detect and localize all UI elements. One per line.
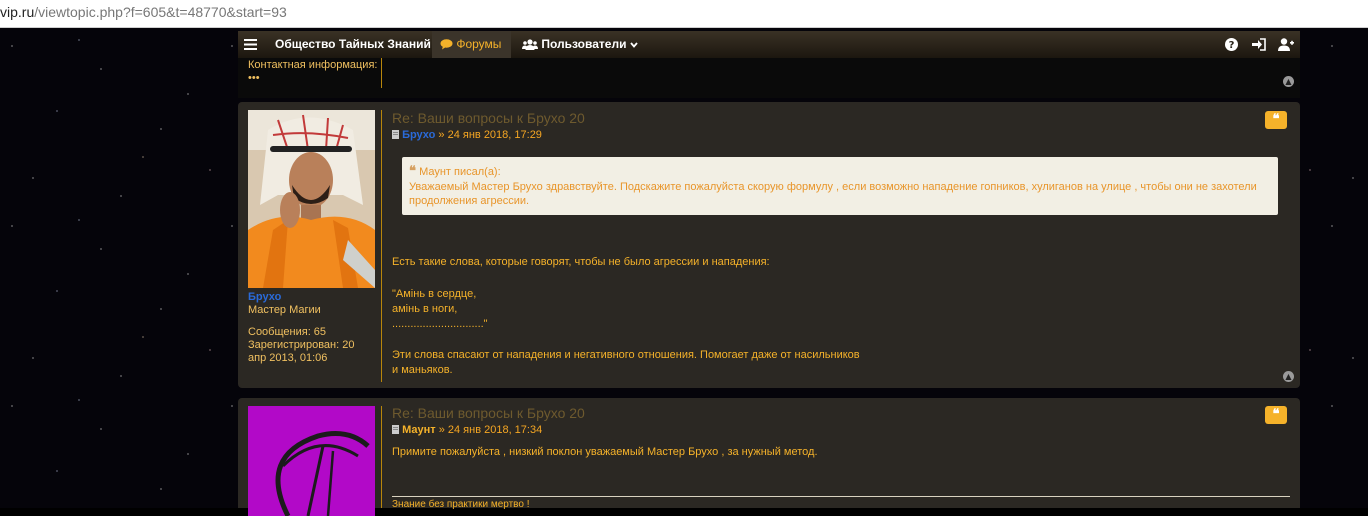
post-body: Есть такие слова, которые говорят, чтобы…: [392, 255, 1272, 378]
chevron-down-icon: [630, 42, 638, 48]
post: Re: Ваши вопросы к Брухо 20 Маунт » 24 я…: [238, 398, 1300, 516]
post-icon[interactable]: [392, 425, 399, 434]
post-meta: Маунт » 24 янв 2018, 17:34: [392, 424, 542, 436]
post-author-link[interactable]: Брухо: [402, 129, 435, 141]
body-line: Эти слова спасают от нападения и негатив…: [392, 349, 860, 361]
avatar: [248, 406, 375, 516]
avatar: [248, 110, 375, 288]
quote-text: Уважаемый Мастер Брухо здравствуйте. Под…: [409, 181, 1257, 207]
post-date: » 24 янв 2018, 17:34: [438, 424, 543, 436]
speech-bubble-icon: [440, 39, 453, 50]
back-to-top-icon[interactable]: ▲: [1283, 371, 1294, 382]
back-to-top-icon[interactable]: ▲: [1283, 76, 1294, 87]
post-icon[interactable]: [392, 130, 399, 139]
users-icon: [522, 39, 538, 51]
profile-divider: [381, 406, 382, 508]
svg-text:?: ?: [1229, 40, 1235, 51]
url-path: /viewtopic.php?f=605&t=48770&start=93: [34, 4, 287, 20]
profile-divider: [381, 110, 382, 382]
body-line: ..............................": [392, 318, 488, 330]
post-meta: Брухо » 24 янв 2018, 17:29: [392, 129, 542, 141]
top-navbar: Общество Тайных Знаний Форумы Пользовате…: [238, 31, 1300, 58]
post-title-link[interactable]: Re: Ваши вопросы к Брухо 20: [392, 405, 585, 421]
contact-label: Контактная информация:: [248, 59, 378, 71]
post-body: Примите пожалуйста , низкий поклон уважа…: [392, 446, 818, 458]
body-line: Есть такие слова, которые говорят, чтобы…: [392, 256, 770, 268]
quote-icon: ❝: [409, 164, 416, 179]
register-icon[interactable]: [1278, 38, 1294, 51]
nav-forums-label: Форумы: [456, 37, 502, 51]
login-icon[interactable]: [1252, 38, 1266, 51]
author-registered: Зарегистрирован: 20 апр 2013, 01:06: [248, 339, 355, 364]
help-icon[interactable]: ?: [1225, 38, 1238, 51]
author-message-count: Сообщения: 65: [248, 326, 327, 338]
post-title-link[interactable]: Re: Ваши вопросы к Брухо 20: [392, 110, 585, 126]
quote-button[interactable]: ❝: [1265, 406, 1287, 424]
nav-forums-link[interactable]: Форумы: [432, 31, 512, 58]
quote-button[interactable]: ❝: [1265, 111, 1287, 129]
body-line: "Амінь в сердце,: [392, 288, 477, 300]
site-title-link[interactable]: Общество Тайных Знаний: [275, 31, 431, 58]
signature-divider: [392, 496, 1290, 497]
contact-more-icon[interactable]: •••: [248, 72, 260, 84]
previous-post-stub: Контактная информация: ••• ▲: [238, 58, 1300, 98]
address-bar[interactable]: vip.ru/viewtopic.php?f=605&t=48770&start…: [0, 0, 1368, 28]
nav-users-dropdown[interactable]: Пользователи: [522, 31, 638, 58]
author-name-link[interactable]: Брухо: [248, 291, 281, 303]
quote-cite: Маунт писал(а):: [419, 166, 501, 178]
signature: Знание без практики мертво !: [392, 499, 530, 510]
body-line: и маньяков.: [392, 364, 453, 376]
profile-divider: [381, 58, 382, 88]
blockquote: ❝ Маунт писал(а): Уважаемый Мастер Брухо…: [402, 157, 1278, 215]
body-line: амінь в ноги,: [392, 303, 458, 315]
hamburger-icon[interactable]: [244, 31, 257, 58]
nav-users-label: Пользователи: [541, 37, 627, 51]
url-host: vip.ru: [0, 4, 35, 20]
post-date: » 24 янв 2018, 17:29: [438, 129, 542, 141]
post: Брухо Мастер Магии Сообщения: 65 Зарегис…: [238, 102, 1300, 388]
author-rank: Мастер Магии: [248, 304, 321, 316]
contact-info: Контактная информация: •••: [248, 59, 378, 85]
post-author-link[interactable]: Маунт: [402, 424, 436, 436]
